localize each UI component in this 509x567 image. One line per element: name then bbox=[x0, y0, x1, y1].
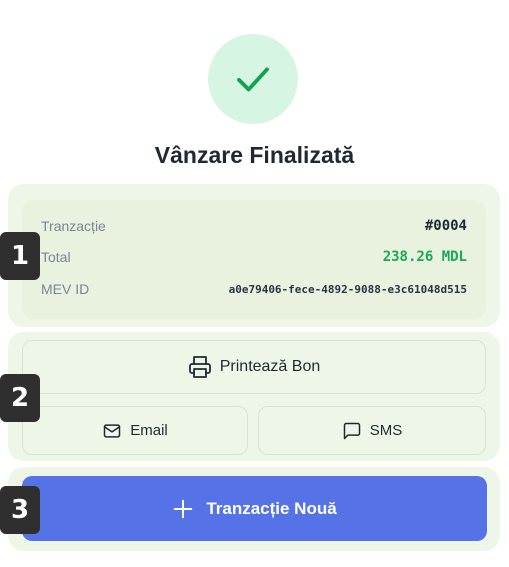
mev-id-label: MEV ID bbox=[41, 281, 90, 297]
mev-id-row: MEV ID a0e79406-fece-4892-9088-e3c61048d… bbox=[41, 279, 467, 299]
plus-icon bbox=[172, 498, 194, 520]
transaction-id-row: Tranzacție #0004 bbox=[41, 216, 467, 236]
printer-icon bbox=[188, 355, 212, 379]
annotation-badge-1: 1 bbox=[0, 232, 40, 280]
total-label: Total bbox=[41, 249, 71, 265]
mev-id-value: a0e79406-fece-4892-9088-e3c61048d515 bbox=[228, 282, 467, 296]
new-transaction-label: Tranzacție Nouă bbox=[206, 498, 337, 518]
print-receipt-label: Printează Bon bbox=[219, 358, 321, 375]
new-transaction-section: Tranzacție Nouă bbox=[8, 467, 500, 551]
new-transaction-button[interactable]: Tranzacție Nouă bbox=[22, 476, 487, 541]
annotation-badge-3: 3 bbox=[0, 486, 40, 534]
transaction-id-value: #0004 bbox=[424, 218, 467, 234]
sms-label: SMS bbox=[369, 422, 403, 439]
email-receipt-button[interactable]: Email bbox=[22, 406, 248, 455]
total-row: Total 238.26 MDL bbox=[41, 247, 467, 267]
mail-icon bbox=[102, 421, 122, 441]
sms-receipt-button[interactable]: SMS bbox=[258, 406, 486, 455]
receipt-actions-section: Printează Bon Email SMS bbox=[8, 332, 500, 461]
transaction-id-label: Tranzacție bbox=[41, 218, 106, 234]
print-receipt-button[interactable]: Printează Bon bbox=[22, 340, 486, 394]
message-icon bbox=[342, 421, 362, 441]
check-icon bbox=[232, 58, 274, 100]
annotation-badge-2: 2 bbox=[0, 374, 40, 422]
page-title: Vânzare Finalizată bbox=[154, 142, 355, 168]
email-label: Email bbox=[130, 422, 168, 439]
transaction-details-section: Tranzacție #0004 Total 238.26 MDL MEV ID… bbox=[8, 184, 500, 327]
transaction-details-card: Tranzacție #0004 Total 238.26 MDL MEV ID… bbox=[22, 200, 486, 319]
success-indicator bbox=[208, 34, 298, 124]
total-value: 238.26 MDL bbox=[382, 249, 467, 265]
